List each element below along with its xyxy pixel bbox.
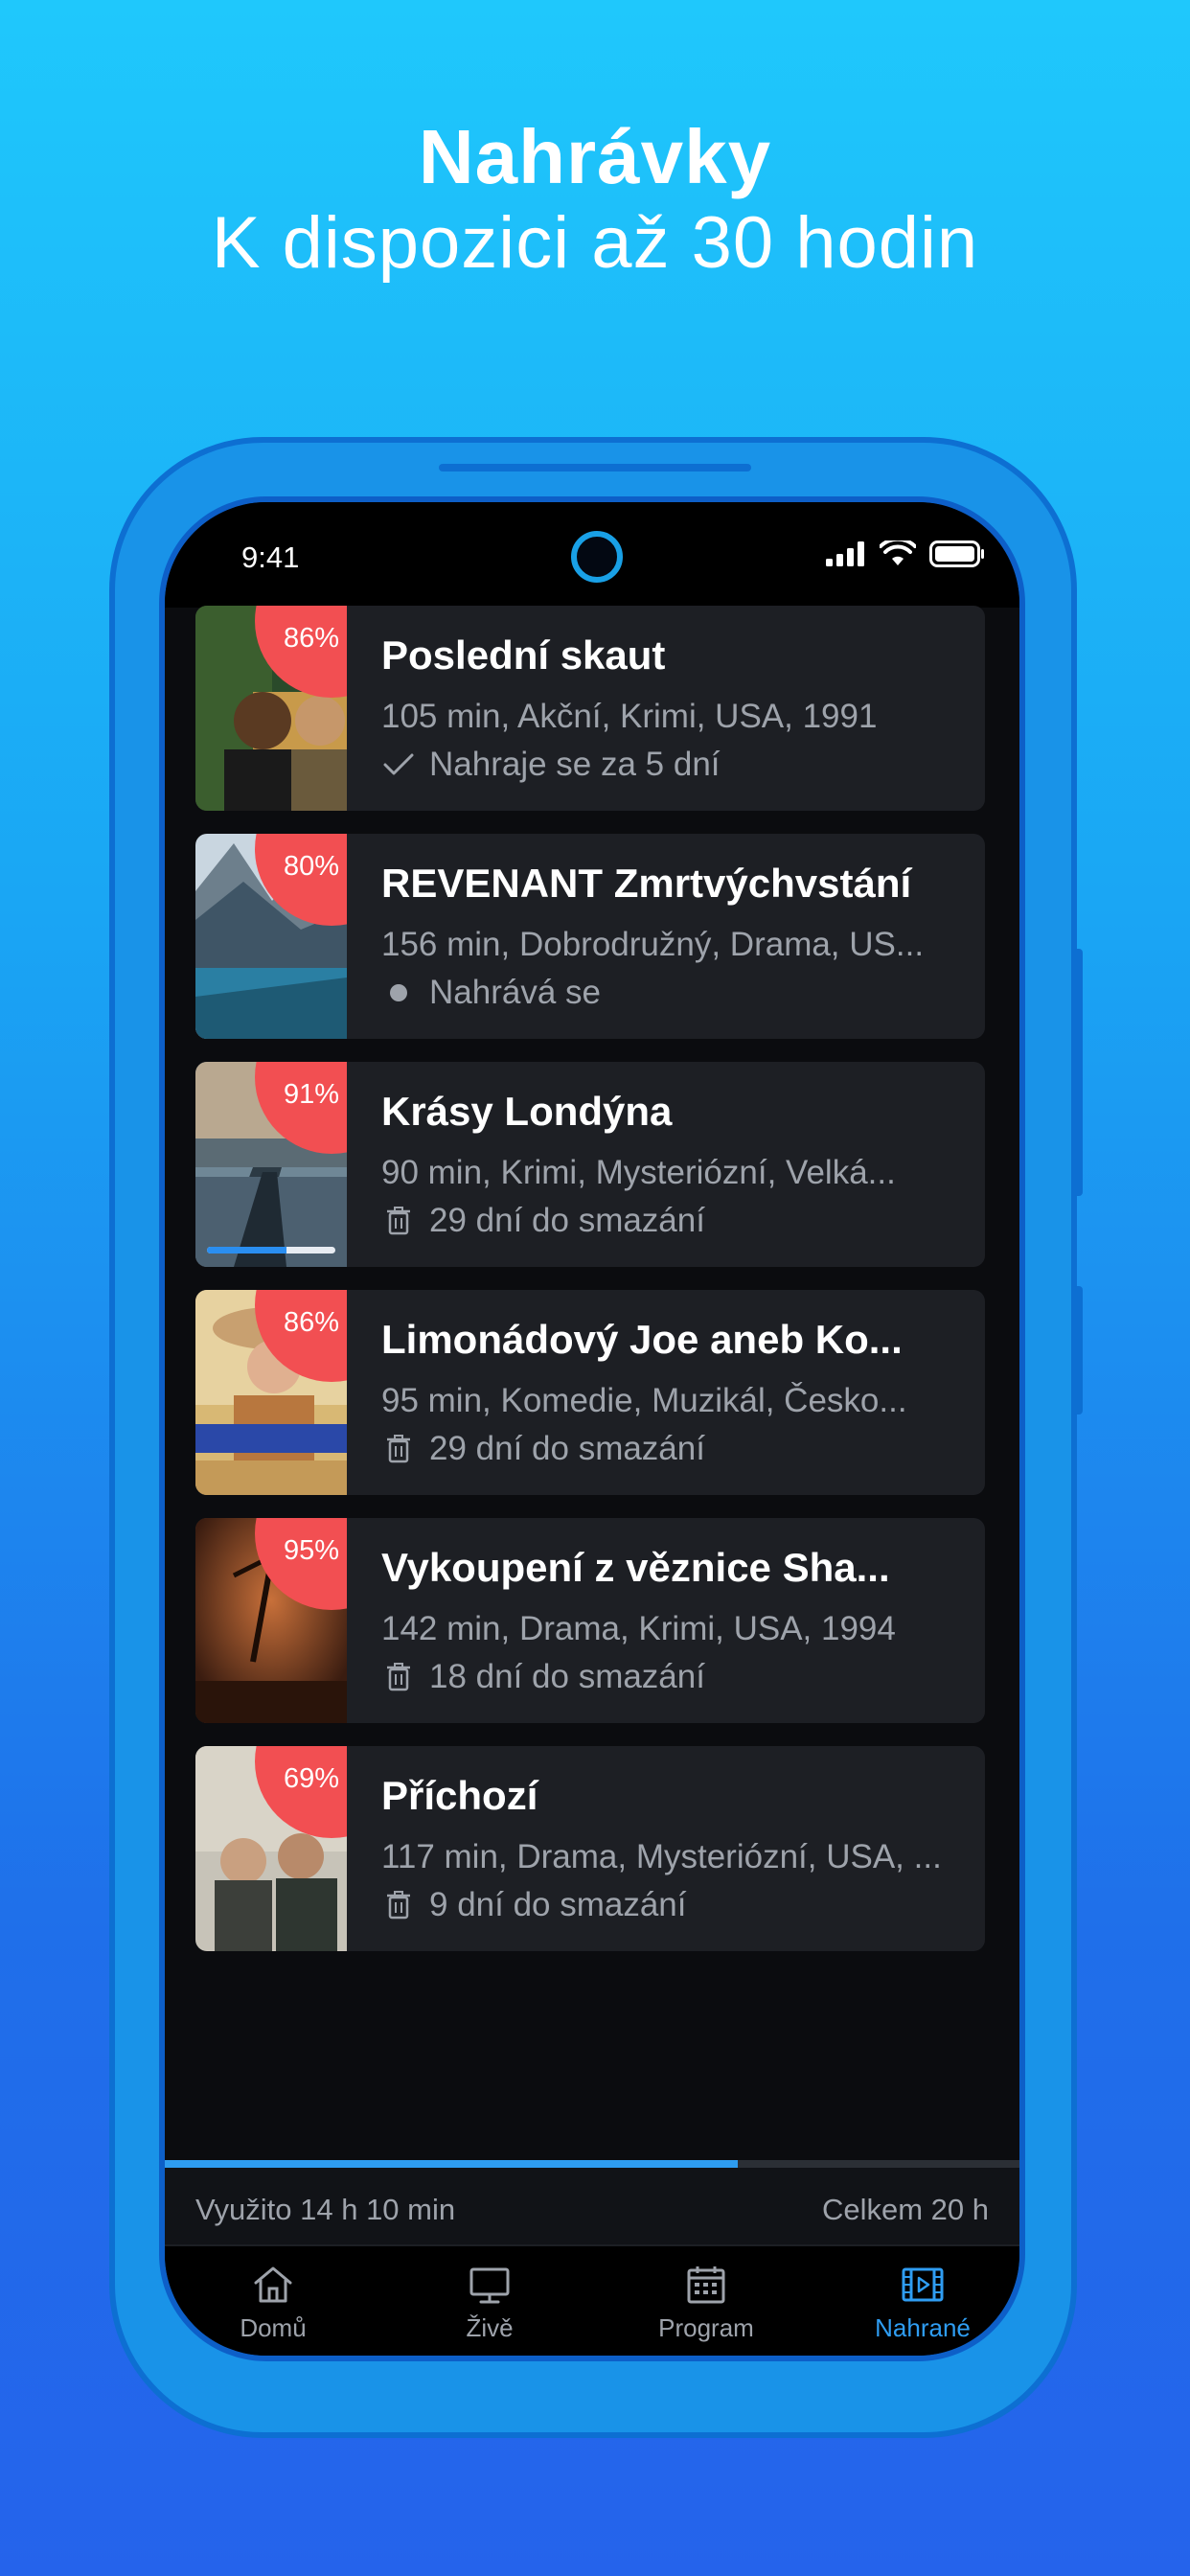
- home-icon: [254, 2266, 292, 2303]
- watch-progress-bar: [207, 1247, 335, 1254]
- film-icon: [902, 2267, 944, 2302]
- recording-meta: 117 min, Drama, Mysteriózní, USA, ...: [381, 1838, 942, 1875]
- recording-status: 29 dní do smazání: [381, 1430, 705, 1468]
- recording-status: Nahrává se: [381, 974, 601, 1012]
- phone-speaker: [439, 464, 751, 472]
- poster-image: 95%: [195, 1518, 347, 1723]
- status-text: 29 dní do smazání: [429, 1202, 705, 1239]
- promo-subtitle: K dispozici až 30 hodin: [211, 202, 979, 284]
- status-text: 9 dní do smazání: [429, 1886, 687, 1923]
- recording-card[interactable]: 80% REVENANT Zmrtvýchvstání 156 min, Dob…: [195, 834, 985, 1039]
- trash-icon: [381, 1660, 416, 1694]
- recording-card[interactable]: 86% Limonádový Joe aneb Ko... 95 min, Ko…: [195, 1290, 985, 1495]
- percent-label: 86%: [283, 623, 339, 654]
- trash-icon: [381, 1204, 416, 1238]
- recording-title: Poslední skaut: [381, 632, 666, 678]
- trash-icon: [381, 1432, 416, 1466]
- camera-icon: [571, 531, 623, 583]
- status-bar: 9:41: [165, 502, 1019, 608]
- trash-icon: [381, 1888, 416, 1922]
- status-text: 29 dní do smazání: [429, 1430, 705, 1467]
- recording-status: Nahraje se za 5 dní: [381, 746, 721, 784]
- battery-icon: [929, 540, 984, 567]
- tab-recorded[interactable]: Nahrané: [814, 2246, 1019, 2356]
- status-text: Nahrává se: [429, 974, 601, 1011]
- recording-meta: 95 min, Komedie, Muzikál, Česko...: [381, 1382, 907, 1419]
- poster-image: 69%: [195, 1746, 347, 1951]
- percent-label: 91%: [283, 1079, 339, 1110]
- tab-label: Nahrané: [875, 2313, 971, 2342]
- dot-icon: [381, 976, 416, 1010]
- tab-home[interactable]: Domů: [165, 2246, 381, 2356]
- storage-progress-bar: [165, 2160, 1019, 2168]
- poster-image: 86%: [195, 606, 347, 811]
- storage-panel: Využito 14 h 10 min Celkem 20 h: [165, 2160, 1019, 2244]
- recording-card[interactable]: 86% Poslední skaut 105 min, Akční, Krimi…: [195, 606, 985, 811]
- recording-card[interactable]: 95% Vykoupení z věznice Sha... 142 min, …: [195, 1518, 985, 1723]
- calendar-icon: [687, 2266, 725, 2304]
- tab-program[interactable]: Program: [598, 2246, 814, 2356]
- recording-title: Příchozí: [381, 1773, 538, 1818]
- recording-title: Vykoupení z věznice Sha...: [381, 1545, 890, 1590]
- recording-status: 18 dní do smazání: [381, 1658, 705, 1696]
- storage-progress-fill: [165, 2160, 738, 2168]
- recording-status: 29 dní do smazání: [381, 1202, 705, 1240]
- tab-label: Živě: [466, 2313, 514, 2342]
- recording-title: Limonádový Joe aneb Ko...: [381, 1317, 903, 1362]
- poster-image: 91%: [195, 1062, 347, 1267]
- tab-live[interactable]: Živě: [381, 2246, 598, 2356]
- tab-label: Domů: [240, 2313, 307, 2342]
- percent-label: 80%: [283, 851, 339, 882]
- status-text: 18 dní do smazání: [429, 1658, 705, 1695]
- phone-screen: 9:41 86% Poslední skaut 105 min, Akční, …: [159, 496, 1025, 2361]
- phone-side-button: [1073, 1286, 1083, 1414]
- recording-meta: 142 min, Drama, Krimi, USA, 1994: [381, 1610, 896, 1647]
- storage-used: Využito 14 h 10 min: [195, 2193, 456, 2226]
- status-time: 9:41: [241, 540, 300, 574]
- signal-icon: [826, 541, 864, 566]
- recording-card[interactable]: 69% Příchozí 117 min, Drama, Mysteriózní…: [195, 1746, 985, 1951]
- recording-meta: 156 min, Dobrodružný, Drama, US...: [381, 926, 925, 963]
- recording-title: REVENANT Zmrtvýchvstání: [381, 861, 912, 906]
- check-icon: [381, 748, 416, 782]
- promo-title: Nahrávky: [418, 114, 772, 199]
- percent-label: 86%: [283, 1307, 339, 1338]
- recording-meta: 105 min, Akční, Krimi, USA, 1991: [381, 698, 878, 735]
- recording-title: Krásy Londýna: [381, 1089, 673, 1134]
- storage-total: Celkem 20 h: [821, 2193, 989, 2226]
- tab-label: Program: [658, 2313, 754, 2342]
- wifi-icon: [880, 540, 916, 565]
- poster-image: 80%: [195, 834, 347, 1039]
- recording-meta: 90 min, Krimi, Mysteriózní, Velká...: [381, 1154, 896, 1191]
- status-text: Nahraje se za 5 dní: [429, 746, 721, 783]
- recording-card[interactable]: 91% Krásy Londýna 90 min, Krimi, Mysteri…: [195, 1062, 985, 1267]
- phone-side-button: [1073, 949, 1083, 1196]
- percent-label: 69%: [283, 1763, 339, 1794]
- recording-status: 9 dní do smazání: [381, 1886, 687, 1924]
- tab-bar: Domů Živě Program Nahrané: [165, 2244, 1019, 2356]
- watch-progress-fill: [207, 1247, 287, 1254]
- monitor-icon: [469, 2267, 510, 2304]
- percent-label: 95%: [283, 1535, 339, 1566]
- poster-image: 86%: [195, 1290, 347, 1495]
